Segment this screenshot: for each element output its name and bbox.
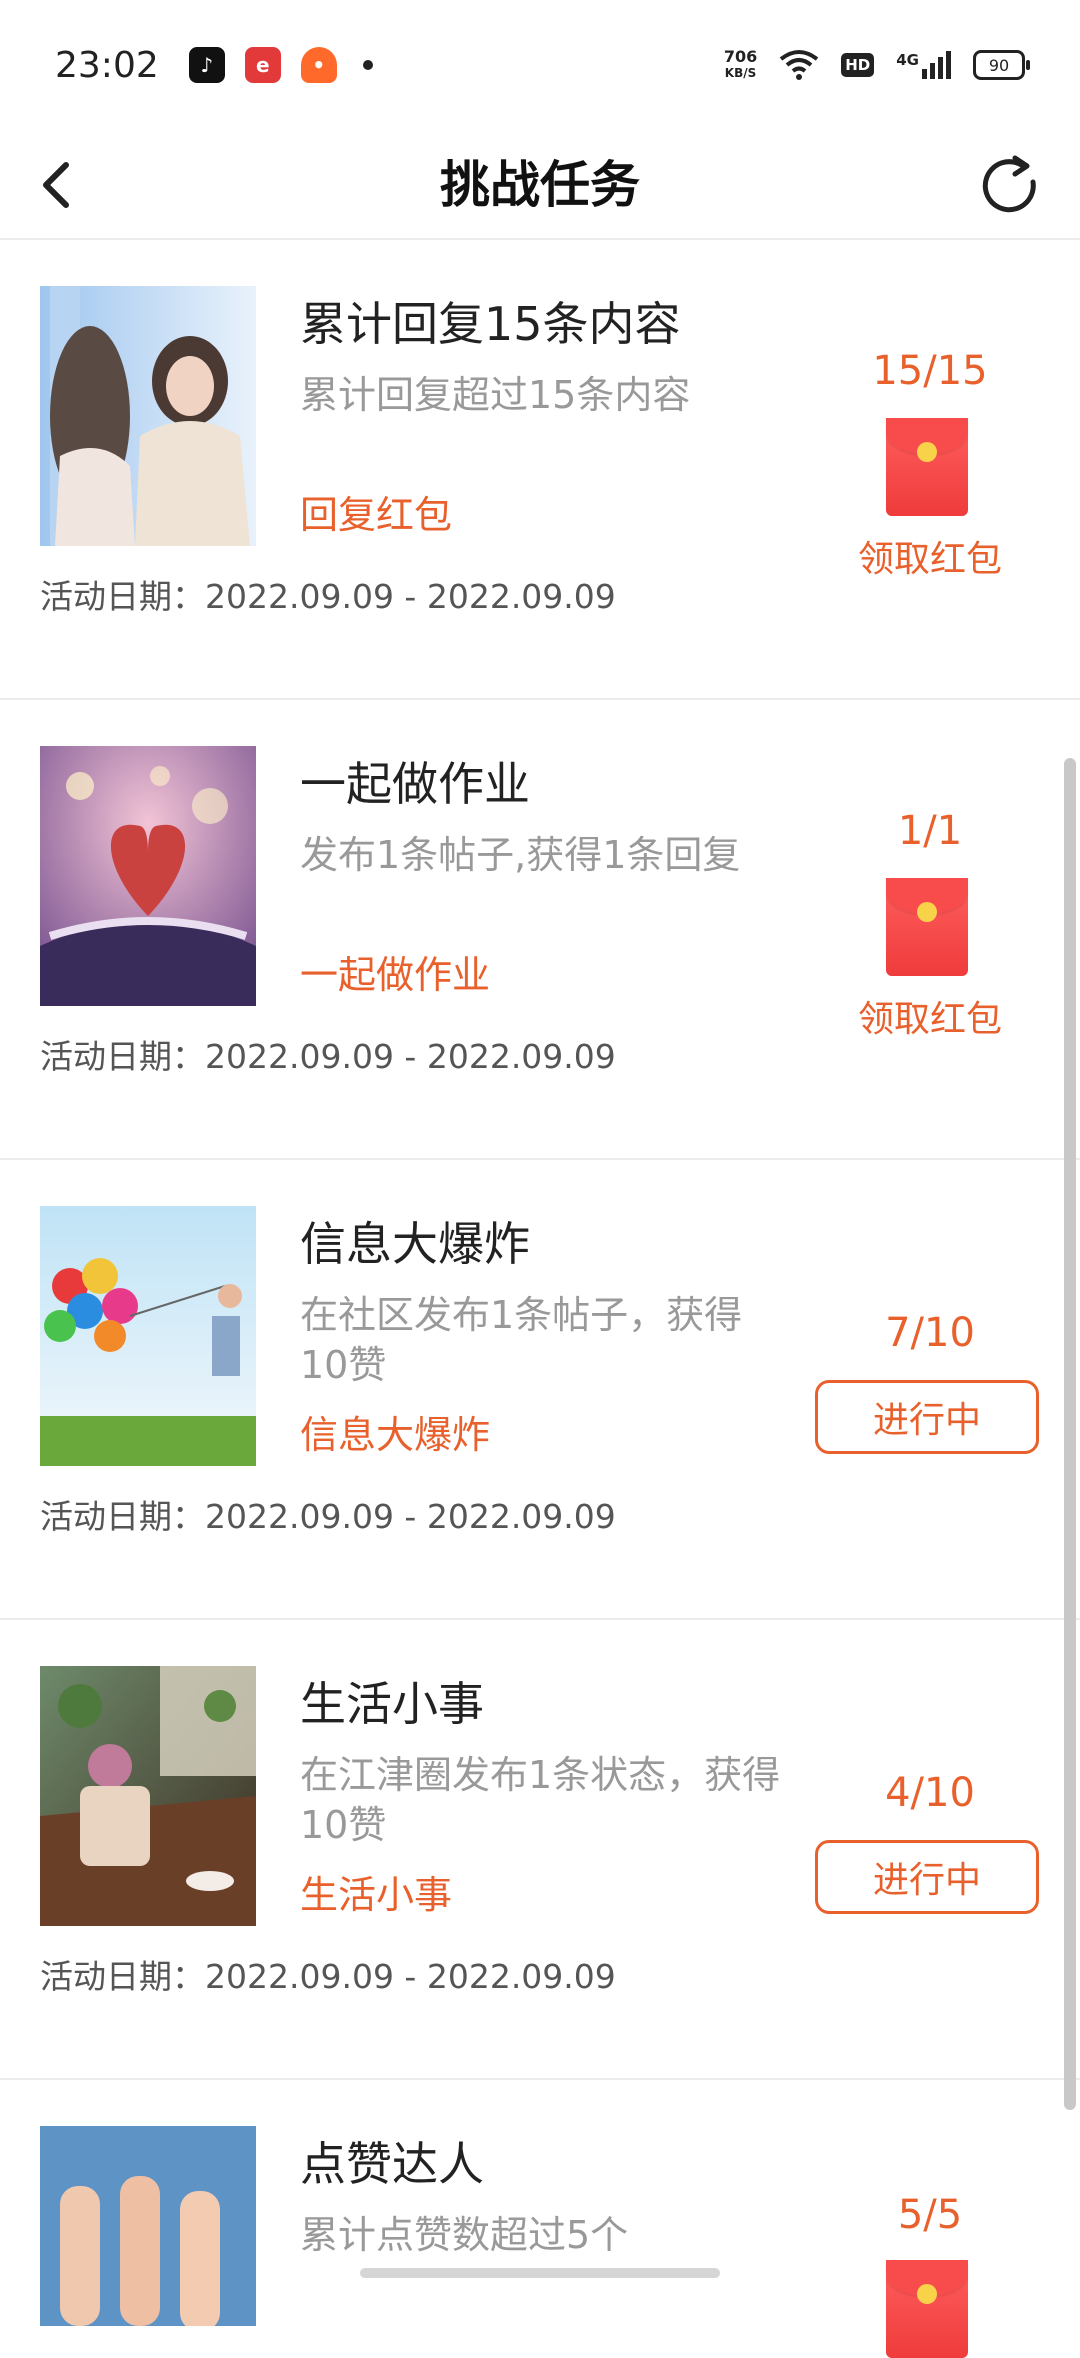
task-progress: 7/10	[885, 1310, 975, 1356]
task-tag: 生活小事	[300, 1873, 453, 1917]
red-e-app-icon: e	[244, 47, 281, 83]
net-speed-value: 706	[723, 47, 758, 66]
task-thumbnail	[40, 1666, 256, 1926]
task-date: 活动日期：2022.09.09 - 2022.09.09	[40, 1497, 616, 1536]
notification-dot-icon	[362, 60, 373, 70]
task-card[interactable]: 信息大爆炸 在社区发布1条帖子，获得10赞 信息大爆炸 活动日期：2022.09…	[0, 1160, 1080, 1620]
task-card[interactable]: 点赞达人 累计点赞数超过5个 5/5	[0, 2080, 1080, 2358]
task-name: 信息大爆炸	[300, 1217, 530, 1271]
task-progress: 4/10	[885, 1770, 975, 1816]
task-tag: 回复红包	[300, 493, 453, 537]
hd-icon: HD	[841, 53, 875, 77]
task-tag: 一起做作业	[300, 953, 491, 997]
task-progress: 5/5	[897, 2192, 963, 2238]
task-progress: 15/15	[872, 348, 988, 394]
page-title: 挑战任务	[440, 156, 640, 214]
task-description: 在社区发布1条帖子，获得10赞	[300, 1293, 743, 1387]
task-card[interactable]: 累计回复15条内容 累计回复超过15条内容 回复红包 活动日期：2022.09.…	[0, 240, 1080, 700]
task-tag: 信息大爆炸	[300, 1413, 491, 1457]
claim-red-envelope-button[interactable]: 领取红包	[820, 990, 1040, 1042]
orange-robot-app-icon: •	[300, 47, 337, 83]
task-date: 活动日期：2022.09.09 - 2022.09.09	[40, 1957, 616, 1996]
network-speed: 706 KB/S	[724, 48, 757, 82]
status-time: 23:02	[55, 44, 159, 86]
red-envelope-icon[interactable]	[886, 878, 968, 976]
task-date: 活动日期：2022.09.09 - 2022.09.09	[40, 577, 616, 616]
claim-red-envelope-button[interactable]: 领取红包	[820, 530, 1040, 582]
task-description: 在江津圈发布1条状态，获得10赞	[300, 1753, 781, 1847]
red-envelope-icon[interactable]	[886, 418, 968, 516]
task-thumbnail	[40, 746, 256, 1006]
signal-4g-icon: 4G	[896, 51, 951, 79]
red-envelope-icon[interactable]	[886, 2260, 968, 2358]
task-name: 累计回复15条内容	[300, 297, 681, 351]
task-name: 生活小事	[300, 1677, 484, 1731]
status-bar: 23:02 ♪ e • 706 KB/S HD 4G 90	[0, 0, 1080, 130]
refresh-icon[interactable]	[975, 152, 1045, 222]
net-speed-unit: KB/S	[724, 66, 757, 80]
home-indicator[interactable]	[360, 2268, 720, 2278]
nav-header: 挑战任务	[0, 130, 1080, 240]
task-description: 累计回复超过15条内容	[300, 373, 691, 417]
task-card[interactable]: 生活小事 在江津圈发布1条状态，获得10赞 生活小事 活动日期：2022.09.…	[0, 1620, 1080, 2080]
task-description: 发布1条帖子,获得1条回复	[300, 833, 741, 877]
scrollbar[interactable]	[1064, 758, 1076, 2110]
task-thumbnail	[40, 2126, 256, 2326]
task-progress: 1/1	[897, 808, 963, 854]
wifi-icon	[780, 50, 819, 80]
in-progress-button[interactable]: 进行中	[815, 1380, 1039, 1454]
task-card[interactable]: 一起做作业 发布1条帖子,获得1条回复 一起做作业 活动日期：2022.09.0…	[0, 700, 1080, 1160]
task-name: 点赞达人	[300, 2137, 484, 2191]
in-progress-button[interactable]: 进行中	[815, 1840, 1039, 1914]
task-name: 一起做作业	[300, 757, 530, 811]
battery-level: 90	[988, 55, 1010, 75]
task-thumbnail	[40, 1206, 256, 1466]
task-description: 累计点赞数超过5个	[300, 2213, 629, 2257]
battery-icon: 90	[973, 50, 1030, 80]
network-type: 4G	[896, 51, 919, 69]
tiktok-icon: ♪	[188, 47, 225, 83]
task-date: 活动日期：2022.09.09 - 2022.09.09	[40, 1037, 616, 1076]
task-thumbnail	[40, 286, 256, 546]
